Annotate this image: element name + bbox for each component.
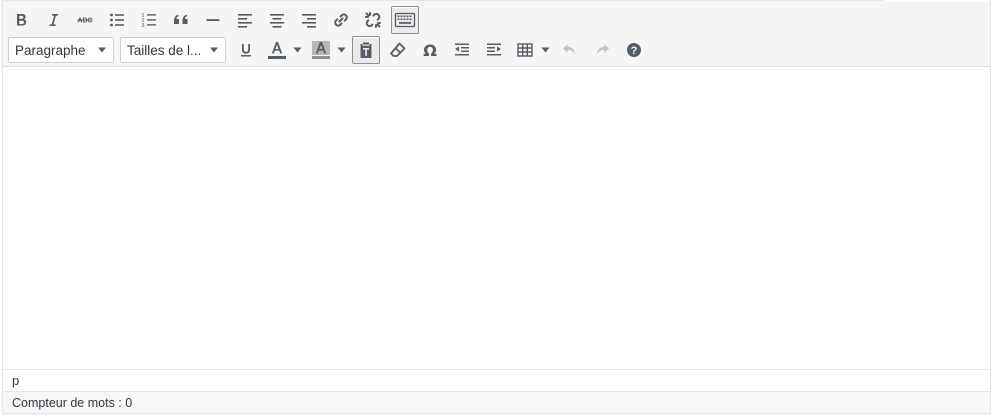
- word-count-bar: Compteur de mots : 0: [3, 391, 990, 413]
- svg-text:Ω: Ω: [423, 41, 437, 60]
- font-size-label: Tailles de l...: [127, 42, 202, 58]
- numbered-list-button[interactable]: 123: [135, 6, 163, 34]
- toolbar-row-1: ABC 123: [7, 5, 423, 35]
- help-icon: ?: [627, 43, 641, 57]
- unlink-icon: [365, 12, 381, 28]
- help-button[interactable]: ?: [620, 36, 648, 64]
- bullet-list-button[interactable]: [103, 6, 131, 34]
- toolbar-row-2: Paragraphe Tailles de l... Ω ?: [7, 35, 652, 65]
- eraser-icon: [390, 42, 406, 57]
- text-color-dropdown[interactable]: [290, 36, 304, 64]
- indent-icon: [487, 43, 501, 56]
- align-left-icon: [238, 14, 252, 28]
- paragraph-format-select[interactable]: Paragraphe: [8, 37, 114, 63]
- rich-text-editor: ABC 123 Paragraphe Tailles de l... Ω ? p…: [2, 0, 991, 414]
- editor-content-area[interactable]: [3, 67, 990, 369]
- redo-icon: [597, 44, 609, 55]
- toolbar-top-gap: [885, 0, 990, 2]
- align-right-button[interactable]: [295, 6, 323, 34]
- quote-icon: [174, 14, 188, 24]
- underline-button[interactable]: [232, 36, 260, 64]
- italic-button[interactable]: [39, 6, 67, 34]
- bold-button[interactable]: [7, 6, 35, 34]
- paste-as-text-button[interactable]: [352, 36, 380, 64]
- italic-icon: [49, 14, 58, 26]
- dropdown-arrow-icon: [210, 47, 218, 53]
- redo-button[interactable]: [588, 36, 616, 64]
- clear-formatting-button[interactable]: [384, 36, 412, 64]
- table-icon: [517, 43, 533, 57]
- background-color-split: [308, 36, 348, 64]
- text-color-icon: [268, 41, 286, 59]
- element-path-item[interactable]: p: [12, 373, 19, 388]
- bold-icon: [17, 14, 27, 26]
- omega-icon: Ω: [423, 41, 437, 60]
- outdent-button[interactable]: [448, 36, 476, 64]
- table-button[interactable]: [512, 36, 538, 64]
- special-character-button[interactable]: Ω: [416, 36, 444, 64]
- background-color-button[interactable]: [308, 36, 334, 64]
- blockquote-button[interactable]: [167, 6, 195, 34]
- undo-button[interactable]: [556, 36, 584, 64]
- svg-text:ABC: ABC: [77, 18, 92, 25]
- text-color-button[interactable]: [264, 36, 290, 64]
- insert-link-button[interactable]: [327, 6, 355, 34]
- font-size-select[interactable]: Tailles de l...: [120, 37, 226, 63]
- strikethrough-button[interactable]: ABC: [71, 6, 99, 34]
- text-color-split: [264, 36, 304, 64]
- caret-down-icon: [541, 47, 549, 53]
- align-center-button[interactable]: [263, 6, 291, 34]
- bullet-list-icon: [110, 13, 124, 27]
- toolbar-toggle-button[interactable]: [391, 6, 419, 34]
- horizontal-rule-button[interactable]: [199, 6, 227, 34]
- table-dropdown[interactable]: [538, 36, 552, 64]
- strikethrough-icon: ABC: [77, 18, 92, 25]
- indent-button[interactable]: [480, 36, 508, 64]
- dropdown-arrow-icon: [98, 47, 106, 53]
- align-right-icon: [302, 14, 316, 28]
- undo-icon: [563, 44, 575, 55]
- word-count-label: Compteur de mots : 0: [12, 396, 133, 410]
- element-path-bar: p: [3, 369, 990, 391]
- paste-text-icon: [360, 42, 372, 58]
- background-color-icon: [312, 41, 330, 59]
- keyboard-icon: [394, 12, 416, 28]
- numbered-list-icon: 123: [142, 13, 156, 29]
- underline-icon: [241, 44, 251, 57]
- caret-down-icon: [293, 47, 301, 53]
- align-center-icon: [270, 14, 284, 28]
- outdent-icon: [455, 43, 469, 56]
- paragraph-format-label: Paragraphe: [15, 42, 86, 58]
- align-left-button[interactable]: [231, 6, 259, 34]
- caret-down-icon: [337, 47, 345, 53]
- svg-text:3: 3: [142, 23, 145, 29]
- link-icon: [334, 13, 348, 27]
- table-split: [512, 36, 552, 64]
- horizontal-line-icon: [206, 19, 220, 21]
- editor-toolbar: ABC 123 Paragraphe Tailles de l... Ω ?: [3, 0, 990, 67]
- background-color-dropdown[interactable]: [334, 36, 348, 64]
- remove-link-button[interactable]: [359, 6, 387, 34]
- svg-text:?: ?: [631, 45, 638, 57]
